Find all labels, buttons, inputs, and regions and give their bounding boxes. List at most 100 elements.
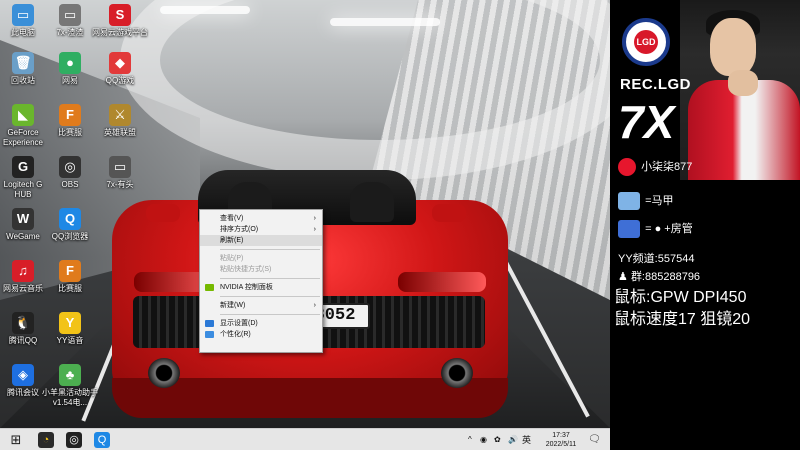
menu-item-personalize[interactable]: 个性化(R) — [200, 329, 322, 340]
desktop-icon[interactable]: ▭ 7x-有头 — [92, 156, 148, 190]
menu-separator — [220, 249, 320, 250]
player-number: 7X — [618, 96, 675, 148]
desktop-icon[interactable]: ● 网易 — [42, 52, 98, 86]
qq-browser-taskbar-icon[interactable]: Q — [94, 432, 110, 448]
item-icon — [618, 220, 640, 239]
desktop-icon[interactable]: F 比赛服 — [42, 104, 98, 138]
desktop-icon-label: QQ游戏 — [105, 76, 135, 85]
app-icon: W — [12, 208, 34, 230]
car-mirror — [432, 204, 466, 222]
app-icon: G — [12, 156, 34, 178]
menu-item-sort-by[interactable]: 排序方式(O) › — [200, 224, 322, 235]
app-icon: Y — [59, 312, 81, 334]
desktop-icon[interactable]: ◆ QQ游戏 — [92, 52, 148, 86]
app-icon: ♫ — [12, 260, 34, 282]
mouse-speed-info: 鼠标速度17 狙镜20 — [614, 311, 751, 328]
menu-item-nvidia-control-panel[interactable]: NVIDIA 控制面板 — [200, 282, 322, 293]
desktop-context-menu: 查看(V) › 排序方式(O) › 刷新(E) 粘贴(P) 粘贴快捷方式(S) … — [199, 209, 323, 353]
desktop-icon-label: 腾讯会议 — [7, 388, 39, 397]
desktop-icon-label: 比赛服 — [58, 128, 82, 137]
app-icon: ◣ — [12, 104, 34, 126]
car-exhaust — [441, 358, 473, 388]
menu-item-refresh[interactable]: 刷新(E) — [200, 235, 322, 246]
desktop-icon[interactable]: Y YY语音 — [42, 312, 98, 346]
desktop[interactable]: 3052 ▭ 此电脑 ▭ 7x-渣渣 S 网易云游戏平台 🗑 回收站 ● 网易 ◆ QQ游戏 ◣ GeFo… — [0, 0, 610, 428]
car-taillight — [398, 272, 486, 292]
desktop-icon[interactable]: ▭ 7x-渣渣 — [42, 4, 98, 38]
desktop-icon[interactable]: F 比赛服 — [42, 260, 98, 294]
app-icon: ♣ — [59, 364, 81, 386]
menu-item-label: 刷新(E) — [220, 237, 244, 244]
desktop-icon[interactable]: Q QQ浏览器 — [42, 208, 98, 242]
windows-start-icon[interactable]: ⊞ — [8, 432, 24, 448]
player-head — [710, 18, 756, 76]
wallpaper-light — [160, 6, 250, 14]
app-icon: ⚔ — [109, 104, 131, 126]
yy-voice-taskbar-icon[interactable]: ◔ — [38, 432, 54, 448]
desktop-icon[interactable]: ♣ 小羊黑活动助手v1.54电... — [42, 364, 98, 408]
app-icon: F — [59, 104, 81, 126]
menu-item-display-settings[interactable]: 显示设置(D) — [200, 318, 322, 329]
mount-icon — [618, 192, 640, 211]
desktop-icon-label: 网易云音乐 — [3, 284, 43, 293]
notification-icon[interactable]: 🗨 — [588, 429, 601, 450]
app-icon: S — [109, 4, 131, 26]
tray-app-icon[interactable]: ✿ — [494, 429, 501, 450]
app-icon: 🗑 — [12, 52, 34, 74]
menu-item-paste-shortcut[interactable]: 粘贴快捷方式(S) — [200, 264, 322, 275]
menu-item-paste[interactable]: 粘贴(P) — [200, 253, 322, 264]
ime-indicator[interactable]: 英 — [522, 429, 531, 450]
mouse-info: 鼠标:GPW DPI450 — [614, 289, 747, 306]
desktop-icon-label: 网易 — [62, 76, 78, 85]
clock-date: 2022/5/11 — [545, 441, 577, 448]
desktop-icon-label: 小羊黑活动助手v1.54电... — [42, 388, 98, 407]
app-icon: F — [59, 260, 81, 282]
menu-item-label: 排序方式(O) — [220, 226, 259, 233]
app-icon: ▭ — [12, 4, 34, 26]
chevron-right-icon: › — [313, 215, 316, 222]
desktop-icon-label: 7x-有头 — [106, 180, 134, 189]
desktop-icon-label: QQ浏览器 — [51, 232, 89, 241]
player-photo — [680, 0, 800, 180]
player-hand — [728, 70, 758, 96]
wechat-suffix: +房管 — [664, 223, 693, 235]
desktop-icon-label: OBS — [61, 180, 79, 189]
tray-app-icon[interactable]: ◉ — [480, 429, 487, 450]
wechat-icon: ● — [654, 223, 662, 235]
nvidia-icon — [205, 284, 214, 291]
desktop-icon-label: 英雄联盟 — [104, 128, 136, 137]
stream-overlay: LGD REC.LGD 7X 小柒柒877 =马甲 = ● +房管 YY频道:5… — [610, 0, 800, 450]
wechat-row: = ● +房管 — [618, 220, 693, 239]
menu-item-label: 粘贴(P) — [220, 255, 244, 262]
desktop-icon[interactable]: ◎ OBS — [42, 156, 98, 190]
chevron-right-icon: › — [313, 302, 316, 309]
desktop-icon-label: WeGame — [6, 232, 40, 241]
desktop-icon-label: YY语音 — [56, 336, 84, 345]
app-icon: ◆ — [109, 52, 131, 74]
desktop-icon[interactable]: ⚔ 英雄联盟 — [92, 104, 148, 138]
clock-time: 17:37 — [552, 432, 570, 439]
car-seat — [350, 182, 394, 222]
yy-channel: YY频道:557544 — [618, 253, 695, 265]
menu-separator — [220, 278, 320, 279]
qq-penguin-icon: ♟ — [618, 271, 628, 283]
taskbar-clock[interactable]: 17:37 2022/5/11 — [536, 431, 586, 449]
car-exhaust — [148, 358, 180, 388]
obs-taskbar-icon[interactable]: ◎ — [66, 432, 82, 448]
menu-item-label: 粘贴快捷方式(S) — [220, 266, 272, 273]
app-icon: ▭ — [109, 156, 131, 178]
app-icon: ▭ — [59, 4, 81, 26]
desktop-icon-label: 腾讯QQ — [8, 336, 38, 345]
menu-separator — [220, 296, 320, 297]
weibo-icon — [618, 158, 636, 177]
tray-overflow-chevron[interactable]: ^ — [468, 429, 472, 450]
team-logo-mark: LGD — [634, 30, 658, 54]
app-icon: ◈ — [12, 364, 34, 386]
wallpaper-light — [330, 18, 440, 26]
qq-group-row: ♟ 群:885288796 — [618, 268, 700, 284]
menu-item-new[interactable]: 新建(W) › — [200, 300, 322, 311]
menu-item-view[interactable]: 查看(V) › — [200, 213, 322, 224]
desktop-icon-label: 比赛服 — [58, 284, 82, 293]
volume-icon[interactable]: 🔊 — [508, 429, 518, 450]
desktop-icon[interactable]: S 网易云游戏平台 — [92, 4, 148, 38]
